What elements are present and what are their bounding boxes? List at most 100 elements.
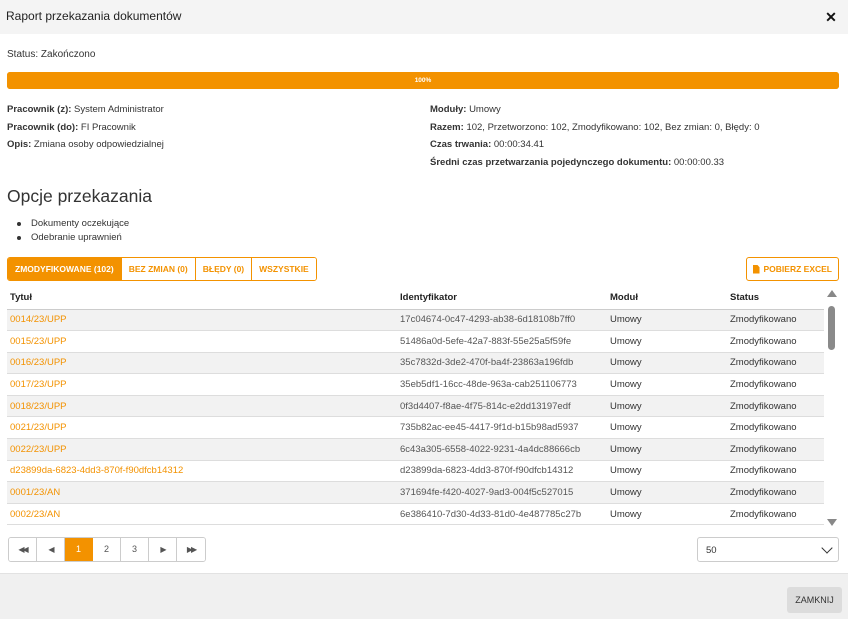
info-avg-time: Średni czas przetwarzania pojedynczego d… bbox=[430, 156, 725, 168]
cell-status: Zmodyfikowano bbox=[727, 416, 824, 440]
dialog-header: Raport przekazania dokumentów ✕ bbox=[0, 0, 848, 34]
scroll-thumb[interactable] bbox=[828, 306, 835, 350]
scroll-up-icon[interactable] bbox=[827, 290, 837, 297]
cell-title[interactable]: 0015/23/UPP bbox=[7, 330, 397, 353]
cell-module: Umowy bbox=[607, 416, 727, 440]
page-button-2[interactable]: 2 bbox=[93, 538, 121, 561]
cell-title[interactable]: 0016/23/UPP bbox=[7, 352, 397, 375]
table-row[interactable]: 0022/23/UPP 6c43a305-6558-4022-9231-4a4dc… bbox=[7, 438, 824, 461]
cell-identifier: d23899da-6823-4dd3-870f-f90dfcb14312 bbox=[397, 460, 607, 483]
status-line: Status: Zakończono bbox=[7, 49, 95, 60]
list-item: Odebranie uprawnień bbox=[17, 232, 129, 246]
table-row[interactable]: 0002/23/AN 6e386410-7d30-4d33-81d0-4e4877… bbox=[7, 503, 824, 526]
close-button[interactable]: ZAMKNIJ bbox=[787, 587, 842, 613]
cell-module: Umowy bbox=[607, 373, 727, 396]
cell-title[interactable]: 0018/23/UPP bbox=[7, 395, 397, 418]
prev-page-icon[interactable]: ◀ bbox=[37, 538, 65, 561]
cell-title[interactable]: 0002/23/AN bbox=[7, 503, 397, 526]
info-totals: Razem: 102, Przetworzono: 102, Zmodyfiko… bbox=[430, 121, 760, 133]
cell-module: Umowy bbox=[607, 309, 727, 332]
table-scrollbar[interactable] bbox=[826, 290, 838, 526]
column-header-identifier[interactable]: Identyfikator bbox=[397, 287, 607, 310]
info-employee-from: Pracownik (z): System Administrator bbox=[7, 104, 164, 115]
info-right: Moduły: Umowy Razem: 102, Przetworzono: … bbox=[430, 104, 760, 174]
cell-module: Umowy bbox=[607, 438, 727, 461]
download-excel-button[interactable]: POBIERZ EXCEL bbox=[745, 257, 839, 281]
close-icon[interactable]: ✕ bbox=[824, 10, 838, 24]
column-header-title[interactable]: Tytuł bbox=[7, 287, 397, 310]
cell-module: Umowy bbox=[607, 395, 727, 418]
table-row[interactable]: 0018/23/UPP 0f3d4407-f8ae-4f75-814c-e2dd1… bbox=[7, 395, 824, 418]
info-employee-to: Pracownik (do): FI Pracownik bbox=[7, 121, 136, 133]
info-description: Opis: Zmiana osoby odpowiedzialnej bbox=[7, 139, 164, 150]
cell-status: Zmodyfikowano bbox=[727, 395, 824, 418]
cell-identifier: 6c43a305-6558-4022-9231-4a4dc88666cb bbox=[397, 438, 607, 461]
next-page-icon[interactable]: ▶ bbox=[149, 538, 177, 561]
info-duration: Czas trwania: 00:00:34.41 bbox=[430, 139, 545, 150]
column-header-module[interactable]: Moduł bbox=[607, 287, 727, 310]
table-row[interactable]: 0016/23/UPP 35c7832d-3de2-470f-ba4f-23863… bbox=[7, 352, 824, 375]
chevron-down-icon bbox=[821, 542, 833, 554]
cell-identifier: 35eb5df1-16cc-48de-963a-cab251106773 bbox=[397, 373, 607, 396]
status-value: Zakończono bbox=[40, 49, 96, 60]
table-row[interactable]: 0014/23/UPP 17c04674-0c47-4293-ab38-6d181… bbox=[7, 309, 824, 332]
table-row[interactable]: 0017/23/UPP 35eb5df1-16cc-48de-963a-cab25… bbox=[7, 373, 824, 396]
dialog-footer: ZAMKNIJ bbox=[0, 573, 848, 619]
info-left: Pracownik (z): System Administrator Prac… bbox=[7, 104, 164, 157]
cell-title[interactable]: 0001/23/AN bbox=[7, 481, 397, 504]
cell-identifier: 0f3d4407-f8ae-4f75-814c-e2dd13197edf bbox=[397, 395, 607, 418]
tab-unchanged[interactable]: BEZ ZMIAN (0) bbox=[121, 258, 196, 280]
cell-status: Zmodyfikowano bbox=[727, 438, 824, 461]
cell-status: Zmodyfikowano bbox=[727, 481, 824, 504]
filter-tabs: ZMODYFIKOWANE (102) BEZ ZMIAN (0) BŁĘDY … bbox=[7, 257, 317, 281]
cell-status: Zmodyfikowano bbox=[727, 373, 824, 396]
cell-module: Umowy bbox=[607, 503, 727, 526]
page-button-1[interactable]: 1 bbox=[65, 538, 93, 561]
cell-identifier: 35c7832d-3de2-470f-ba4f-23863a196fdb bbox=[397, 352, 607, 375]
cell-title[interactable]: 0014/23/UPP bbox=[7, 309, 397, 332]
results-table: Tytuł Identyfikator Moduł Status 0014/23… bbox=[7, 287, 824, 526]
file-icon bbox=[752, 264, 760, 274]
first-page-icon[interactable]: ◀◀ bbox=[9, 538, 37, 561]
cell-identifier: 51486a0d-5efe-42a7-883f-55e25a5f59fe bbox=[397, 330, 607, 353]
list-item: Dokumenty oczekujące bbox=[17, 218, 129, 232]
dialog-title: Raport przekazania dokumentów bbox=[6, 9, 182, 23]
cell-identifier: 735b82ac-ee45-4417-9f1d-b15b98ad5937 bbox=[397, 416, 607, 440]
cell-title[interactable]: 0022/23/UPP bbox=[7, 438, 397, 461]
cell-status: Zmodyfikowano bbox=[727, 503, 824, 526]
tab-errors[interactable]: BŁĘDY (0) bbox=[195, 258, 253, 280]
cell-identifier: 6e386410-7d30-4d33-81d0-4e487785c27b bbox=[397, 503, 607, 526]
progress-label: 100% bbox=[414, 77, 432, 84]
download-excel-label: POBIERZ EXCEL bbox=[763, 264, 832, 274]
tab-modified[interactable]: ZMODYFIKOWANE (102) bbox=[8, 258, 122, 280]
cell-module: Umowy bbox=[607, 460, 727, 483]
pagination: ◀◀ ◀ 1 2 3 ▶ ▶▶ bbox=[8, 537, 206, 562]
table-row[interactable]: d23899da-6823-4dd3-870f-f90dfcb14312 d238… bbox=[7, 460, 824, 483]
cell-identifier: 17c04674-0c47-4293-ab38-6d18108b7ff0 bbox=[397, 309, 607, 332]
tab-all[interactable]: WSZYSTKIE bbox=[252, 258, 316, 280]
table-row[interactable]: 0001/23/AN 371694fe-f420-4027-9ad3-004f5c… bbox=[7, 481, 824, 504]
table-header-row: Tytuł Identyfikator Moduł Status bbox=[7, 287, 824, 310]
scroll-down-icon[interactable] bbox=[827, 519, 837, 526]
page-size-select[interactable]: 50 bbox=[697, 537, 839, 562]
status-label: Status: bbox=[7, 49, 39, 60]
cell-module: Umowy bbox=[607, 481, 727, 504]
page-button-3[interactable]: 3 bbox=[121, 538, 149, 561]
options-list: Dokumenty oczekujące Odebranie uprawnień bbox=[17, 218, 129, 246]
cell-identifier: 371694fe-f420-4027-9ad3-004f5c527015 bbox=[397, 481, 607, 504]
progress-bar: 100% bbox=[7, 72, 839, 89]
cell-title[interactable]: 0017/23/UPP bbox=[7, 373, 397, 396]
cell-title[interactable]: 0021/23/UPP bbox=[7, 416, 397, 440]
table-row[interactable]: 0021/23/UPP 735b82ac-ee45-4417-9f1d-b15b9… bbox=[7, 416, 824, 440]
cell-module: Umowy bbox=[607, 352, 727, 375]
options-title: Opcje przekazania bbox=[7, 186, 152, 206]
cell-title[interactable]: d23899da-6823-4dd3-870f-f90dfcb14312 bbox=[7, 460, 397, 483]
column-header-status[interactable]: Status bbox=[727, 287, 824, 310]
cell-status: Zmodyfikowano bbox=[727, 460, 824, 483]
cell-status: Zmodyfikowano bbox=[727, 352, 824, 375]
cell-module: Umowy bbox=[607, 330, 727, 353]
last-page-icon[interactable]: ▶▶ bbox=[177, 538, 205, 561]
cell-status: Zmodyfikowano bbox=[727, 309, 824, 332]
table-row[interactable]: 0015/23/UPP 51486a0d-5efe-42a7-883f-55e25… bbox=[7, 330, 824, 353]
cell-status: Zmodyfikowano bbox=[727, 330, 824, 353]
